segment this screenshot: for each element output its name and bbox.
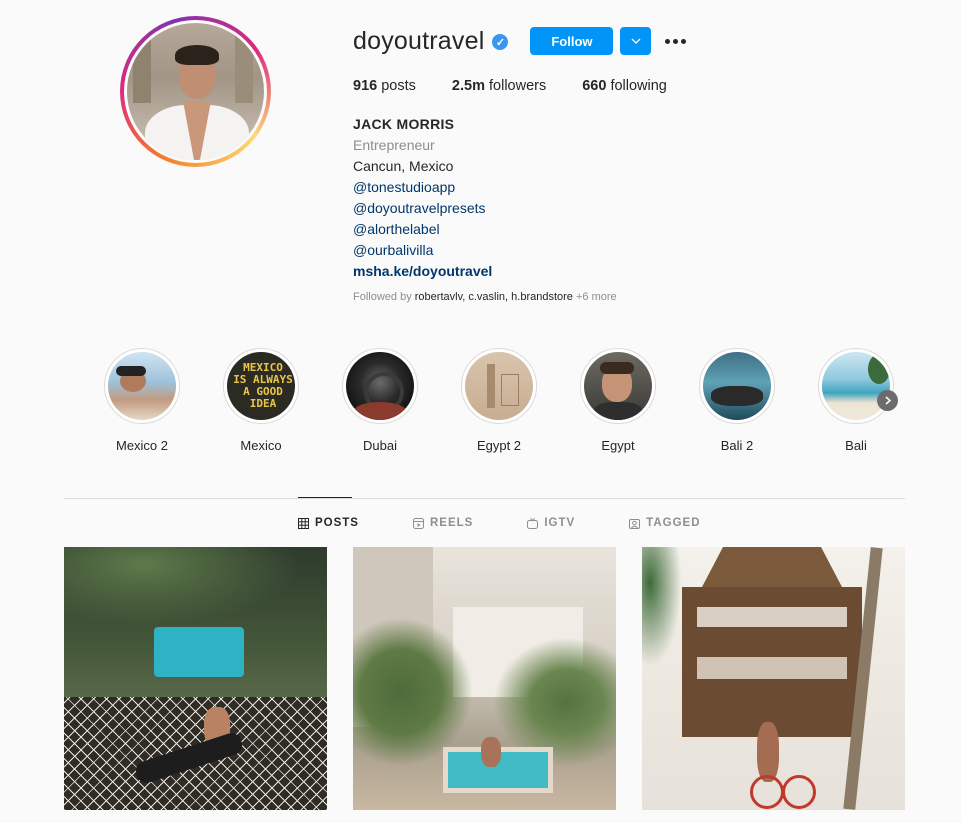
highlight-item[interactable]: MEXICO IS ALWAYS A GOOD IDEA Mexico	[223, 348, 342, 453]
profile-tabs: POSTS REELS IGTV TAGGED	[298, 497, 755, 548]
mention-link[interactable]: @doyoutravelpresets	[353, 198, 492, 219]
grid-icon	[298, 517, 309, 529]
more-options-icon[interactable]	[665, 38, 687, 44]
followed-by-users: robertavlv, c.vaslin, h.brandstore	[414, 291, 573, 303]
highlight-label: Bali	[845, 438, 867, 453]
highlight-cover: MEXICO IS ALWAYS A GOOD IDEA	[227, 352, 295, 420]
profile-stats: 916 posts 2.5m followers 660 following	[353, 78, 703, 94]
highlight-cover	[584, 352, 652, 420]
category: Entrepreneur	[353, 137, 435, 153]
tab-igtv[interactable]: IGTV	[527, 498, 575, 548]
highlight-label: Egypt 2	[476, 438, 522, 453]
reels-icon	[412, 517, 424, 529]
full-name: JACK MORRIS	[353, 116, 455, 132]
tagged-icon	[629, 518, 641, 529]
highlight-label: Egypt	[601, 438, 635, 453]
mention-link[interactable]: @alorthelabel	[353, 219, 492, 240]
profile-bio: JACK MORRIS Entrepreneur Cancun, Mexico …	[353, 114, 492, 282]
tab-posts[interactable]: POSTS	[298, 497, 359, 548]
highlight-cover	[465, 352, 533, 420]
tab-reels[interactable]: REELS	[412, 498, 473, 548]
post-thumbnail[interactable]	[642, 547, 905, 810]
highlight-cover	[346, 352, 414, 420]
highlight-label: Bali 2	[720, 438, 754, 453]
website-link[interactable]: msha.ke/doyoutravel	[353, 261, 492, 282]
profile-top-row: doyoutravel ✓ Follow	[353, 26, 687, 56]
tab-tagged[interactable]: TAGGED	[629, 498, 700, 548]
igtv-icon	[527, 517, 539, 529]
highlight-label: Dubai	[363, 438, 397, 453]
following-count[interactable]: 660 following	[582, 78, 667, 94]
highlight-cover	[108, 352, 176, 420]
post-thumbnail[interactable]	[353, 547, 616, 810]
highlight-item[interactable]: Mexico 2	[104, 348, 223, 453]
post-thumbnail[interactable]	[64, 547, 327, 810]
chevron-down-icon	[631, 38, 641, 44]
mention-link[interactable]: @ourbalivilla	[353, 240, 492, 261]
avatar-photo	[127, 23, 264, 160]
location: Cancun, Mexico	[353, 158, 454, 174]
highlight-label: Mexico 2	[115, 438, 169, 453]
avatar-gap	[124, 20, 267, 163]
posts-count: 916 posts	[353, 78, 416, 94]
verified-badge-icon: ✓	[492, 34, 509, 50]
highlight-item[interactable]: Bali 2	[699, 348, 818, 453]
profile-avatar[interactable]	[120, 16, 271, 167]
highlight-item[interactable]: Egypt	[580, 348, 699, 453]
mention-link[interactable]: @tonestudioapp	[353, 177, 492, 198]
highlight-cover	[822, 352, 890, 420]
story-highlights: Mexico 2 MEXICO IS ALWAYS A GOOD IDEA Me…	[104, 348, 937, 453]
highlight-item[interactable]: Dubai	[342, 348, 461, 453]
highlights-next-button[interactable]	[877, 390, 898, 411]
followed-by[interactable]: Followed by robertavlv, c.vaslin, h.bran…	[353, 291, 617, 303]
highlight-label: Mexico	[240, 438, 282, 453]
followed-by-more: +6 more	[575, 291, 617, 303]
chevron-right-icon	[885, 396, 891, 405]
highlight-item[interactable]: Egypt 2	[461, 348, 580, 453]
followers-count[interactable]: 2.5m followers	[452, 78, 546, 94]
username: doyoutravel	[353, 26, 485, 55]
follow-button[interactable]: Follow	[530, 27, 614, 55]
highlight-cover	[703, 352, 771, 420]
suggested-accounts-button[interactable]	[620, 27, 652, 55]
